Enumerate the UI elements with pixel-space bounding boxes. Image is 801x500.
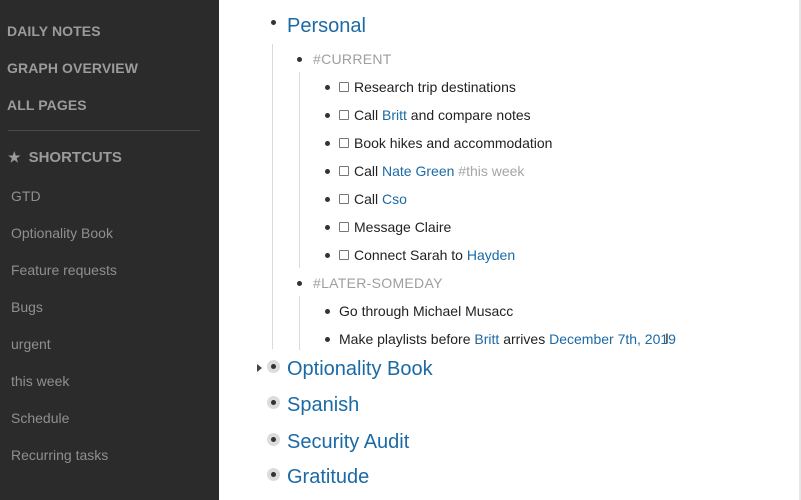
bullet-icon[interactable] xyxy=(325,253,330,258)
checkbox-icon[interactable] xyxy=(339,194,349,204)
bullet-icon[interactable] xyxy=(325,85,330,90)
link-britt[interactable]: Britt xyxy=(382,107,407,123)
bullet-icon[interactable] xyxy=(325,225,330,230)
task-text: Research trip destinations xyxy=(354,79,516,95)
task-text: and compare notes xyxy=(410,107,531,123)
sidebar-divider xyxy=(8,130,200,131)
list-item: Make playlists before Britt arrives Dece… xyxy=(339,331,676,347)
block-security-audit[interactable]: Security Audit xyxy=(287,431,409,454)
shortcut-gtd[interactable]: GTD xyxy=(11,188,41,204)
task-text: Connect Sarah to xyxy=(354,247,463,263)
item-text: arrives xyxy=(503,331,546,347)
caret-right-icon[interactable] xyxy=(257,364,262,372)
nav-graph-overview[interactable]: GRAPH OVERVIEW xyxy=(7,60,138,76)
bullet-icon[interactable] xyxy=(325,337,330,342)
checkbox-icon[interactable] xyxy=(339,82,349,92)
checkbox-icon[interactable] xyxy=(339,222,349,232)
star-icon: ★ xyxy=(8,149,21,165)
link-nate-green[interactable]: Nate Green xyxy=(382,163,454,179)
shortcut-feature-requests[interactable]: Feature requests xyxy=(11,262,117,278)
checkbox-icon[interactable] xyxy=(339,250,349,260)
task-row: Research trip destinations xyxy=(339,79,516,95)
task-row: Call Nate Green #this week xyxy=(339,163,524,179)
link-cso[interactable]: Cso xyxy=(382,191,407,207)
nav-all-pages[interactable]: ALL PAGES xyxy=(7,97,87,113)
shortcut-urgent[interactable]: urgent xyxy=(11,336,51,352)
main-outline: Personal #CURRENT Research trip destinat… xyxy=(219,0,801,500)
task-row: Message Claire xyxy=(339,219,451,235)
task-row: Call Cso xyxy=(339,191,407,207)
task-text: Call xyxy=(354,163,379,179)
text-cursor-icon: I xyxy=(665,330,669,346)
bullet-icon[interactable] xyxy=(325,113,330,118)
collapsed-bullet-icon[interactable] xyxy=(267,360,280,373)
indent-guide xyxy=(299,72,300,268)
list-item: Go through Michael Musacc xyxy=(339,303,513,319)
bullet-icon[interactable] xyxy=(271,20,276,25)
collapsed-bullet-icon[interactable] xyxy=(267,433,280,446)
link-date[interactable]: December 7th, 2019 xyxy=(549,331,676,347)
checkbox-icon[interactable] xyxy=(339,166,349,176)
link-britt[interactable]: Britt xyxy=(474,331,499,347)
shortcut-bugs[interactable]: Bugs xyxy=(11,299,43,315)
tag-current[interactable]: #CURRENT xyxy=(313,51,392,67)
shortcuts-label: SHORTCUTS xyxy=(28,149,122,166)
task-text: Call xyxy=(354,191,379,207)
bullet-icon[interactable] xyxy=(325,197,330,202)
task-text: Message Claire xyxy=(354,219,452,235)
indent-guide xyxy=(272,44,273,349)
task-row: Call Britt and compare notes xyxy=(339,107,531,123)
bullet-icon[interactable] xyxy=(297,57,302,62)
block-spanish[interactable]: Spanish xyxy=(287,394,359,417)
bullet-icon[interactable] xyxy=(325,169,330,174)
shortcut-recurring-tasks[interactable]: Recurring tasks xyxy=(11,447,108,463)
shortcut-schedule[interactable]: Schedule xyxy=(11,410,69,426)
nav-daily-notes[interactable]: DAILY NOTES xyxy=(7,23,101,39)
bullet-icon[interactable] xyxy=(297,281,302,286)
item-text: Go through Michael Musacc xyxy=(339,303,514,319)
checkbox-icon[interactable] xyxy=(339,138,349,148)
link-hayden[interactable]: Hayden xyxy=(467,247,515,263)
block-personal[interactable]: Personal xyxy=(287,15,366,38)
shortcut-optionality-book[interactable]: Optionality Book xyxy=(11,225,113,241)
item-text: Make playlists before xyxy=(339,331,471,347)
task-row: Book hikes and accommodation xyxy=(339,135,552,151)
left-sidebar: DAILY NOTES GRAPH OVERVIEW ALL PAGES ★ S… xyxy=(0,0,219,500)
tag-later-someday[interactable]: #LATER-SOMEDAY xyxy=(313,275,443,291)
bullet-icon[interactable] xyxy=(325,141,330,146)
block-gratitude[interactable]: Gratitude xyxy=(287,466,369,489)
shortcuts-header: ★ SHORTCUTS xyxy=(8,149,122,166)
task-row: Connect Sarah to Hayden xyxy=(339,247,515,263)
tag-this-week[interactable]: #this week xyxy=(458,163,524,179)
task-text: Book hikes and accommodation xyxy=(354,135,553,151)
collapsed-bullet-icon[interactable] xyxy=(267,468,280,481)
bullet-icon[interactable] xyxy=(325,309,330,314)
checkbox-icon[interactable] xyxy=(339,110,349,120)
task-text: Call xyxy=(354,107,379,123)
collapsed-bullet-icon[interactable] xyxy=(267,396,280,409)
shortcut-this-week[interactable]: this week xyxy=(11,373,69,389)
indent-guide xyxy=(299,296,300,350)
block-optionality-book[interactable]: Optionality Book xyxy=(287,358,433,381)
